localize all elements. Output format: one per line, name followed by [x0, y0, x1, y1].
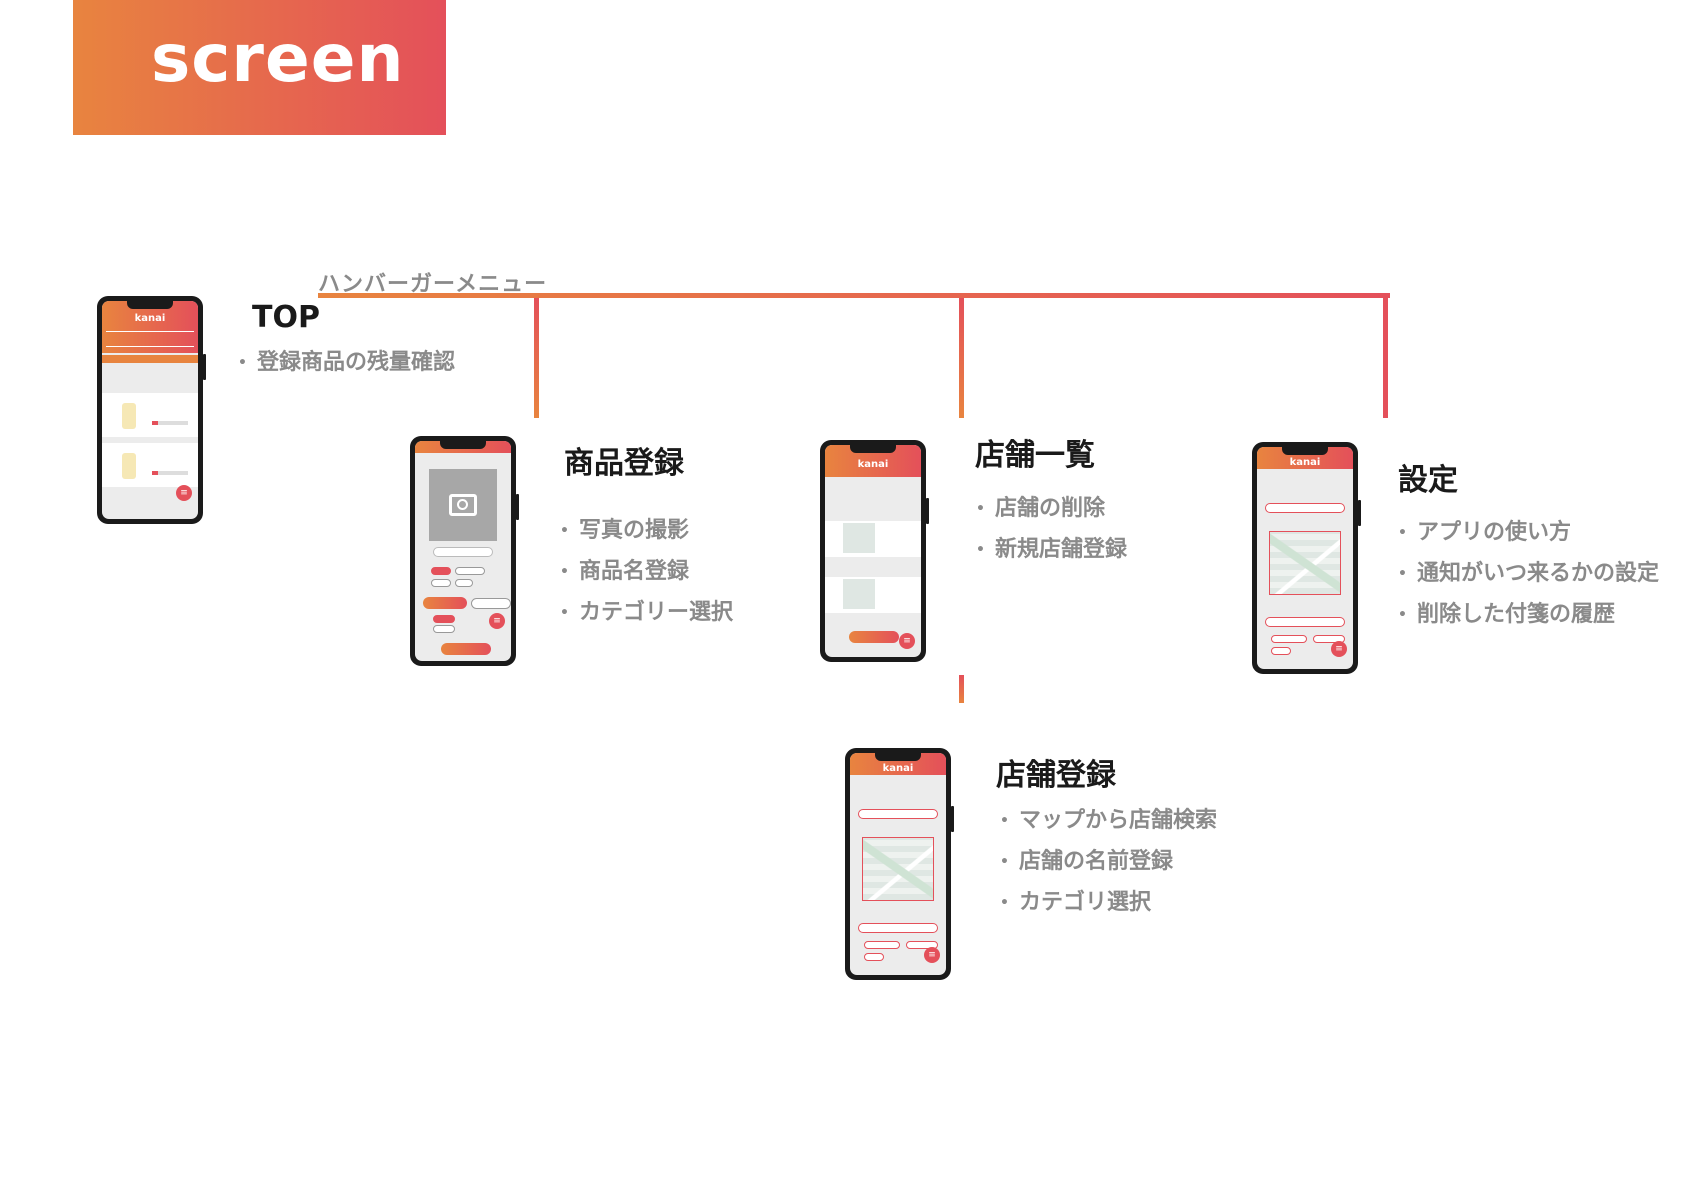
- map-thumbnail: [843, 523, 875, 553]
- phone-top: kanai ≡: [97, 296, 206, 524]
- connector-store-register: [959, 675, 964, 703]
- map-thumbnail: [843, 579, 875, 609]
- phone-product-register: ≡: [410, 436, 519, 666]
- bullet-item: カテゴリー選択: [560, 592, 733, 633]
- bullet-list-store-list: 店舗の削除 新規店舗登録: [976, 488, 1127, 570]
- bullet-item: アプリの使い方: [1398, 512, 1659, 553]
- bullet-item: 店舗の名前登録: [1000, 841, 1217, 882]
- phone-store-list: kanai ≡: [820, 440, 929, 662]
- category-icons-row: [106, 331, 194, 347]
- connector-store-list: [959, 298, 964, 418]
- search-input[interactable]: [1265, 503, 1345, 513]
- app-logo: kanai: [134, 313, 166, 324]
- shampoo-bottle-icon: [122, 403, 136, 429]
- screen-title-store-list: 店舗一覧: [975, 438, 1095, 473]
- phone-store-register: kanai ≡: [845, 748, 954, 980]
- menu-icon[interactable]: ≡: [489, 613, 505, 629]
- connector-product: [534, 298, 539, 418]
- connector-horizontal: [318, 293, 1390, 298]
- bullet-list-product-register: 写真の撮影 商品名登録 カテゴリー選択: [560, 510, 733, 633]
- store-name-field[interactable]: [1265, 617, 1345, 627]
- bullet-item: 削除した付箋の履歴: [1398, 594, 1659, 635]
- menu-icon[interactable]: ≡: [924, 947, 940, 963]
- bullet-item: 商品名登録: [560, 551, 733, 592]
- bullet-item: カテゴリ選択: [1000, 882, 1217, 923]
- phone-screen: kanai ≡: [102, 301, 198, 519]
- menu-icon[interactable]: ≡: [176, 485, 192, 501]
- store-name-field[interactable]: [858, 923, 938, 933]
- phone-settings: kanai ≡: [1252, 442, 1361, 674]
- app-logo: kanai: [882, 763, 914, 774]
- screen-title-top: TOP: [252, 300, 320, 335]
- connector-settings: [1383, 298, 1388, 418]
- bullet-item: 登録商品の残量確認: [238, 342, 455, 383]
- register-button[interactable]: [441, 643, 491, 655]
- bullet-item: 店舗の削除: [976, 488, 1127, 529]
- bullet-item: 通知がいつ来るかの設定: [1398, 553, 1659, 594]
- page-title: screen: [151, 20, 405, 97]
- screen-title-settings: 設定: [1398, 463, 1458, 498]
- bullet-item: 新規店舗登録: [976, 529, 1127, 570]
- menu-icon[interactable]: ≡: [1331, 641, 1347, 657]
- list-item[interactable]: [102, 443, 198, 487]
- screen-title-product-register: 商品登録: [564, 446, 684, 481]
- store-map[interactable]: [862, 837, 934, 901]
- list-item[interactable]: [825, 521, 921, 557]
- device-sync-button[interactable]: [423, 597, 467, 609]
- product-name-field[interactable]: [433, 547, 493, 557]
- header-banner: screen: [73, 0, 446, 135]
- menu-icon[interactable]: ≡: [899, 633, 915, 649]
- bullet-item: 写真の撮影: [560, 510, 733, 551]
- add-store-button[interactable]: [849, 631, 899, 643]
- store-map[interactable]: [1269, 531, 1341, 595]
- camera-icon: [449, 494, 477, 516]
- bullet-list-top: 登録商品の残量確認: [238, 342, 455, 383]
- photo-area[interactable]: [429, 469, 497, 541]
- shampoo-bottle-icon: [122, 453, 136, 479]
- list-item[interactable]: [102, 393, 198, 437]
- screen-title-store-register: 店舗登録: [996, 758, 1116, 793]
- app-logo: kanai: [1289, 457, 1321, 468]
- bullet-item: マップから店舗検索: [1000, 800, 1217, 841]
- list-item[interactable]: [825, 577, 921, 613]
- app-logo: kanai: [857, 459, 889, 470]
- bullet-list-settings: アプリの使い方 通知がいつ来るかの設定 削除した付箋の履歴: [1398, 512, 1659, 635]
- bullet-list-store-register: マップから店舗検索 店舗の名前登録 カテゴリ選択: [1000, 800, 1217, 923]
- search-input[interactable]: [858, 809, 938, 819]
